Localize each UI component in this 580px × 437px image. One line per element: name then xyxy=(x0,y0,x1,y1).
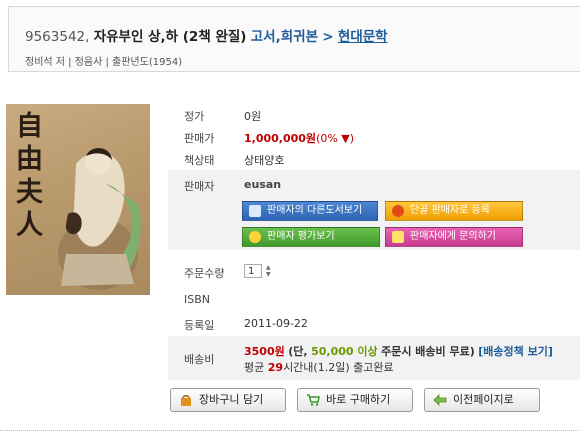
shipping-fee-line: 3500원 (단, 50,000 이상 주문시 배송비 무료) [배송정책 보기… xyxy=(244,343,553,359)
contact-seller-label: 판매자에게 문의하기 xyxy=(410,231,496,242)
category-link[interactable]: 고서,희귀본 xyxy=(251,29,318,45)
shipping-average-suffix: 시간내(1.2일) 출고완료 xyxy=(283,361,394,374)
shipping-average-hours: 29 xyxy=(267,361,284,374)
register-favorite-seller-button[interactable]: 단골 판매자로 등록 xyxy=(385,201,523,221)
condition-value: 상태양호 xyxy=(244,154,285,167)
shipping-condition-a: (단, xyxy=(288,345,308,358)
back-arrow-icon xyxy=(433,394,447,406)
seller-other-books-button[interactable]: 판매자의 다른도서보기 xyxy=(242,201,378,221)
cover-title: 自 由 夫 人 xyxy=(16,110,46,242)
stepper-down-icon[interactable]: ▼ xyxy=(266,271,274,278)
shipping-condition-b: 주문시 배송비 무료) xyxy=(381,345,475,358)
buy-now-button[interactable]: 바로 구매하기 xyxy=(297,388,413,412)
breadcrumb-separator: > xyxy=(322,29,334,45)
shipping-policy-link[interactable]: [배송정책 보기] xyxy=(478,345,553,358)
seller-row: 판매자 eusan 판매자의 다른도서보기 단골 판매자로 등록 판매자 평가보… xyxy=(168,170,580,250)
shipping-row: 배송비 3500원 (단, 50,000 이상 주문시 배송비 무료) [배송정… xyxy=(168,336,580,380)
shipping-fee: 3500원 xyxy=(244,345,285,358)
add-to-cart-label: 장바구니 담기 xyxy=(199,393,264,406)
buy-now-label: 바로 구매하기 xyxy=(326,393,391,406)
heart-plus-icon xyxy=(392,205,404,217)
registered-date-value: 2011-09-22 xyxy=(244,317,308,330)
previous-page-label: 이전페이지로 xyxy=(453,393,514,406)
book-title-line: 9563542, 자유부인 상,하 (2책 완질) 고서,희귀본 > 현대문학 xyxy=(25,25,388,45)
rating-icon xyxy=(249,231,261,243)
book-list-icon xyxy=(249,205,261,217)
book-title-box: 9563542, 자유부인 상,하 (2책 완질) 고서,희귀본 > 현대문학 … xyxy=(8,6,580,72)
shipping-average-prefix: 평균 xyxy=(244,361,265,374)
add-to-cart-button[interactable]: 장바구니 담기 xyxy=(170,388,286,412)
sale-price-amount: 1,000,000원 xyxy=(244,132,317,145)
cover-char: 自 xyxy=(16,111,43,142)
seller-name[interactable]: eusan xyxy=(244,178,281,191)
cover-char: 由 xyxy=(16,144,43,175)
shipping-label: 배송비 xyxy=(184,353,215,366)
seller-label: 판매자 xyxy=(184,180,215,193)
condition-label: 책상태 xyxy=(184,154,215,167)
registered-date-label: 등록일 xyxy=(184,319,215,332)
contact-seller-button[interactable]: 판매자에게 문의하기 xyxy=(385,227,523,247)
action-buttons: 장바구니 담기 바로 구매하기 이전페이지로 xyxy=(168,388,580,414)
bottom-divider xyxy=(0,430,580,431)
shipping-average-line: 평균 29시간내(1.2일) 출고완료 xyxy=(244,359,394,375)
shopping-bag-icon xyxy=(181,395,191,406)
isbn-label: ISBN xyxy=(184,293,211,306)
shopping-cart-icon xyxy=(307,394,320,406)
book-name: 자유부인 상,하 (2책 완질) xyxy=(93,29,247,45)
seller-other-books-label: 판매자의 다른도서보기 xyxy=(267,205,363,216)
seller-rating-label: 판매자 평가보기 xyxy=(267,231,335,242)
sale-price-value: 1,000,000원(0% ▼) xyxy=(244,130,354,146)
sale-price-label: 판매가 xyxy=(184,132,215,145)
quantity-label: 주문수량 xyxy=(184,267,225,280)
subcategory-link[interactable]: 현대문학 xyxy=(338,29,388,45)
seller-rating-button[interactable]: 판매자 평가보기 xyxy=(242,227,380,247)
message-icon xyxy=(392,231,404,243)
stepper-up-icon[interactable]: ▲ xyxy=(266,264,274,271)
free-shipping-threshold: 50,000 이상 xyxy=(311,345,378,358)
previous-page-button[interactable]: 이전페이지로 xyxy=(424,388,540,412)
list-price-label: 정가 xyxy=(184,110,205,123)
book-meta: 정비석 저 | 정음사 | 출판년도(1954) xyxy=(25,57,183,68)
quantity-input[interactable]: 1 xyxy=(244,264,262,278)
list-price-value: 0원 xyxy=(244,110,262,123)
book-cover-image: 自 由 夫 人 xyxy=(6,104,150,295)
cover-char: 人 xyxy=(16,210,43,241)
book-id: 9563542, xyxy=(25,29,90,45)
discount-rate: (0% ▼) xyxy=(316,132,355,145)
register-favorite-seller-label: 단골 판매자로 등록 xyxy=(410,205,490,216)
quantity-stepper[interactable]: ▲ ▼ xyxy=(266,264,274,278)
cover-char: 夫 xyxy=(16,177,43,208)
